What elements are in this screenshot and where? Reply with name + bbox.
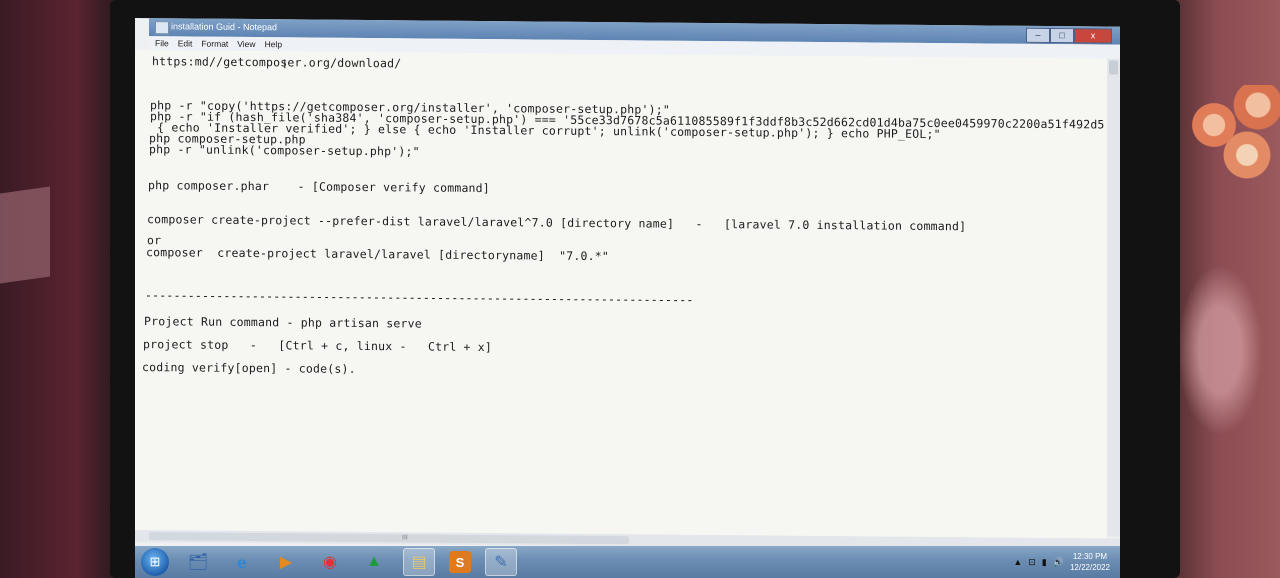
scroll-grip: III (402, 534, 408, 542)
clock[interactable]: 12:30 PM 12/22/2022 (1070, 551, 1110, 573)
volume-icon[interactable]: 🔊 (1053, 557, 1064, 568)
menu-format[interactable]: Format (201, 37, 228, 51)
window-controls: – □ x (1026, 27, 1112, 44)
editor-line: composer create-project --prefer-dist la… (147, 212, 967, 234)
window-title: installation Guid - Notepad (171, 21, 278, 33)
taskbar: ⊞ 🗂 e ▶ ◉ ▲ ▤ S ✎ ▲ ⊡ ▮ 🔊 12:30 PM 12/22… (135, 546, 1120, 578)
maximize-button[interactable]: □ (1050, 27, 1074, 44)
network-icon[interactable]: ⊡ (1028, 557, 1036, 568)
battery-icon[interactable]: ▮ (1042, 557, 1047, 568)
sublime-icon[interactable]: S (449, 551, 471, 573)
system-tray: ▲ ⊡ ▮ 🔊 12:30 PM 12/22/2022 (1013, 551, 1120, 573)
notepad-icon[interactable]: ✎ (485, 548, 517, 576)
chrome-icon[interactable]: ◉ (315, 549, 345, 575)
media-player-icon[interactable]: ▶ (271, 549, 301, 575)
editor-line: https:md//getcomposer.org/download/ (152, 54, 402, 71)
clock-time: 12:30 PM (1072, 552, 1108, 561)
vertical-scroll-thumb[interactable] (1109, 60, 1118, 75)
minimize-button[interactable]: – (1026, 27, 1050, 43)
editor-line: ----------------------------------------… (145, 288, 694, 307)
flower-decoration (1170, 85, 1280, 185)
text-cursor-icon: I (283, 57, 287, 72)
flower-decoration-lower (1170, 250, 1270, 450)
editor-line: composer create-project laravel/laravel … (146, 245, 610, 264)
editor-line: coding verify[open] - code(s). (142, 360, 356, 376)
menu-help[interactable]: Help (265, 37, 282, 51)
text-editor[interactable]: https:md//getcomposer.org/download/ php … (135, 50, 1107, 539)
clock-date: 12/22/2022 (1069, 563, 1110, 572)
ie-icon[interactable]: e (227, 549, 257, 575)
show-hidden-icons-icon[interactable]: ▲ (1013, 557, 1022, 567)
editor-line: project stop - [Ctrl + c, linux - Ctrl +… (143, 337, 493, 355)
vertical-scrollbar[interactable] (1107, 58, 1120, 537)
close-button[interactable]: x (1074, 28, 1112, 44)
start-button[interactable]: ⊞ (141, 548, 169, 576)
folder-icon[interactable]: ▤ (403, 548, 435, 576)
horizontal-scroll-thumb[interactable]: III (149, 532, 629, 545)
notepad-icon (155, 21, 169, 35)
editor-line: php composer.phar - [Composer verify com… (148, 178, 490, 196)
menu-file[interactable]: File (155, 36, 169, 50)
editor-line: Project Run command - php artisan serve (144, 314, 422, 331)
wall-switch-plate (0, 186, 50, 284)
menu-view[interactable]: View (237, 37, 255, 51)
editor-line: php -r "unlink('composer-setup.php');" (149, 142, 420, 159)
green-app-icon[interactable]: ▲ (359, 549, 389, 575)
explorer-icon[interactable]: 🗂 (183, 549, 213, 575)
menu-edit[interactable]: Edit (178, 36, 193, 50)
notepad-window: installation Guid - Notepad – □ x File E… (135, 18, 1120, 559)
